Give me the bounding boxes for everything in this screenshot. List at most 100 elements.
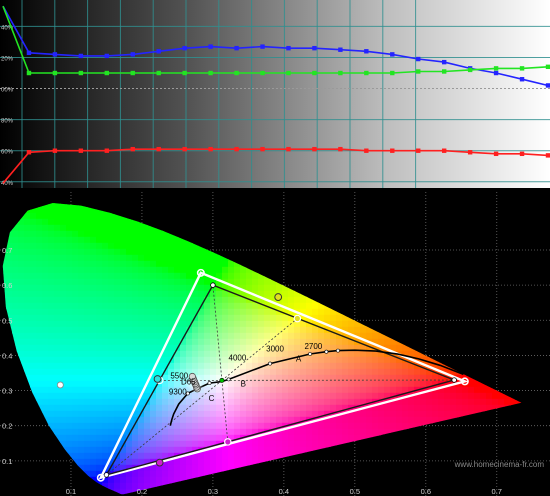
chromaticity-cell bbox=[288, 410, 295, 418]
chromaticity-cell bbox=[282, 398, 289, 406]
chromaticity-cell bbox=[396, 236, 403, 244]
chromaticity-cell bbox=[330, 380, 337, 388]
chromaticity-cell bbox=[216, 386, 223, 394]
chromaticity-cell bbox=[144, 362, 151, 370]
chromaticity-cell bbox=[468, 290, 475, 298]
chromaticity-cell bbox=[438, 224, 445, 232]
chromaticity-cell bbox=[36, 290, 43, 298]
chromaticity-cell bbox=[174, 428, 181, 436]
chromaticity-cell bbox=[18, 374, 25, 382]
spectral-locus-fill bbox=[2, 202, 529, 495]
chromaticity-cell bbox=[36, 374, 43, 382]
chromaticity-cell bbox=[462, 410, 469, 418]
chromaticity-cell bbox=[102, 308, 109, 316]
chromaticity-cell bbox=[42, 470, 49, 478]
chromaticity-cell bbox=[216, 422, 223, 430]
chromaticity-cell bbox=[318, 482, 325, 490]
chromaticity-cell bbox=[396, 218, 403, 226]
chromaticity-cell bbox=[222, 242, 229, 250]
chromaticity-cell bbox=[426, 230, 433, 238]
chromaticity-cell bbox=[486, 224, 493, 232]
chromaticity-cell bbox=[366, 254, 373, 262]
chromaticity-cell bbox=[426, 392, 433, 400]
chromaticity-cell bbox=[42, 248, 49, 256]
chromaticity-cell bbox=[18, 284, 25, 292]
chromaticity-cell bbox=[138, 476, 145, 484]
chromaticity-cell bbox=[498, 284, 505, 292]
chromaticity-cell bbox=[6, 440, 13, 448]
chromaticity-cell bbox=[78, 242, 85, 250]
chromaticity-cell bbox=[96, 284, 103, 292]
chromaticity-cell bbox=[438, 476, 445, 484]
chromaticity-cell bbox=[96, 254, 103, 262]
chromaticity-cell bbox=[294, 236, 301, 244]
chromaticity-cell bbox=[456, 272, 463, 280]
chromaticity-cell bbox=[102, 344, 109, 352]
chromaticity-cell bbox=[288, 350, 295, 358]
chromaticity-cell bbox=[516, 446, 522, 454]
chromaticity-cell bbox=[516, 272, 522, 280]
chromaticity-cell bbox=[474, 476, 481, 484]
chromaticity-cell bbox=[372, 278, 379, 286]
chromaticity-cell bbox=[510, 338, 517, 346]
chromaticity-cell bbox=[168, 488, 175, 495]
chromaticity-cell bbox=[450, 350, 457, 358]
chromaticity-cell bbox=[450, 452, 457, 460]
chromaticity-cell bbox=[360, 410, 367, 418]
chromaticity-cell bbox=[174, 416, 181, 424]
chromaticity-cell bbox=[270, 236, 277, 244]
chromaticity-cell bbox=[72, 380, 79, 388]
chromaticity-cell bbox=[24, 284, 31, 292]
chromaticity-cell bbox=[246, 380, 253, 388]
chromaticity-cell bbox=[180, 428, 187, 436]
chromaticity-cell bbox=[186, 278, 193, 286]
chromaticity-cell bbox=[426, 236, 433, 244]
chromaticity-cell bbox=[30, 386, 37, 394]
chromaticity-cell bbox=[132, 368, 139, 376]
chromaticity-cell bbox=[408, 398, 415, 406]
chromaticity-cell bbox=[12, 284, 19, 292]
chromaticity-cell bbox=[96, 290, 103, 298]
chromaticity-cell bbox=[246, 326, 253, 334]
chromaticity-cell bbox=[126, 272, 133, 280]
chromaticity-cell bbox=[318, 278, 325, 286]
chromaticity-cell bbox=[288, 266, 295, 274]
chromaticity-cell bbox=[360, 320, 367, 328]
chromaticity-cell bbox=[156, 422, 163, 430]
chromaticity-cell bbox=[474, 332, 481, 340]
chromaticity-cell bbox=[90, 428, 97, 436]
chromaticity-cell bbox=[276, 362, 283, 370]
chromaticity-cell bbox=[60, 266, 67, 274]
chromaticity-cell bbox=[36, 260, 43, 268]
chromaticity-cell bbox=[288, 368, 295, 376]
chromaticity-cell bbox=[516, 470, 522, 478]
chromaticity-cell bbox=[174, 446, 181, 454]
chromaticity-cell bbox=[480, 344, 487, 352]
chromaticity-cell bbox=[126, 476, 133, 484]
chromaticity-cell bbox=[372, 422, 379, 430]
chromaticity-cell bbox=[258, 440, 265, 448]
chromaticity-cell bbox=[504, 278, 511, 286]
chromaticity-cell bbox=[174, 242, 181, 250]
chromaticity-cell bbox=[282, 458, 289, 466]
chromaticity-cell bbox=[522, 345, 529, 352]
chromaticity-cell bbox=[78, 476, 85, 484]
chromaticity-cell bbox=[18, 308, 25, 316]
chromaticity-cell bbox=[84, 482, 91, 490]
chromaticity-cell bbox=[126, 458, 133, 466]
chromaticity-cell bbox=[468, 434, 475, 442]
chromaticity-cell bbox=[186, 332, 193, 340]
chromaticity-cell bbox=[96, 464, 103, 472]
chromaticity-cell bbox=[12, 386, 19, 394]
chromaticity-cell bbox=[144, 212, 151, 220]
chromaticity-cell bbox=[24, 374, 31, 382]
chromaticity-cell bbox=[36, 440, 43, 448]
chromaticity-cell bbox=[264, 440, 271, 448]
chromaticity-cell bbox=[318, 380, 325, 388]
chromaticity-cell bbox=[330, 272, 337, 280]
chromaticity-cell bbox=[498, 446, 505, 454]
chromaticity-cell bbox=[294, 326, 301, 334]
chromaticity-cell bbox=[288, 218, 295, 226]
chromaticity-cell bbox=[462, 416, 469, 424]
chromaticity-cell bbox=[84, 434, 91, 442]
